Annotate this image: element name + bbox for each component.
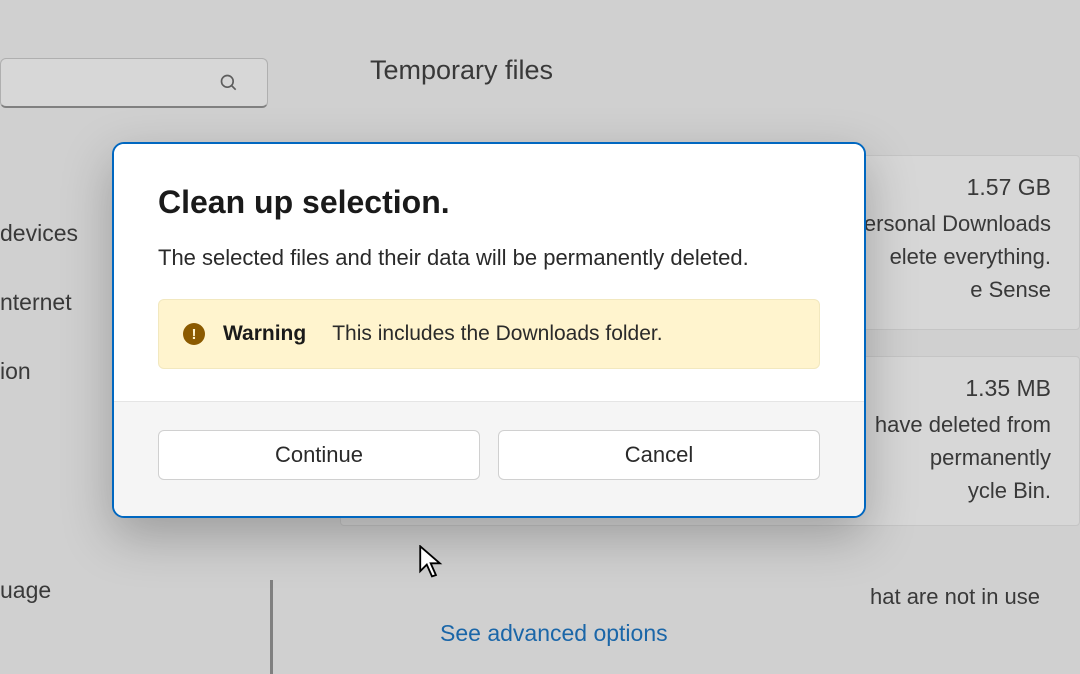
dialog-message: The selected files and their data will b…	[158, 245, 820, 271]
dialog-title: Clean up selection.	[158, 184, 820, 221]
warning-icon: !	[183, 323, 205, 345]
warning-bar: ! Warning This includes the Downloads fo…	[158, 299, 820, 369]
continue-button[interactable]: Continue	[158, 430, 480, 480]
dialog-body: Clean up selection. The selected files a…	[114, 144, 864, 401]
dialog-footer: Continue Cancel	[114, 401, 864, 516]
warning-label: Warning	[223, 322, 306, 346]
cleanup-dialog: Clean up selection. The selected files a…	[112, 142, 866, 518]
warning-text: This includes the Downloads folder.	[332, 322, 662, 346]
cancel-button[interactable]: Cancel	[498, 430, 820, 480]
